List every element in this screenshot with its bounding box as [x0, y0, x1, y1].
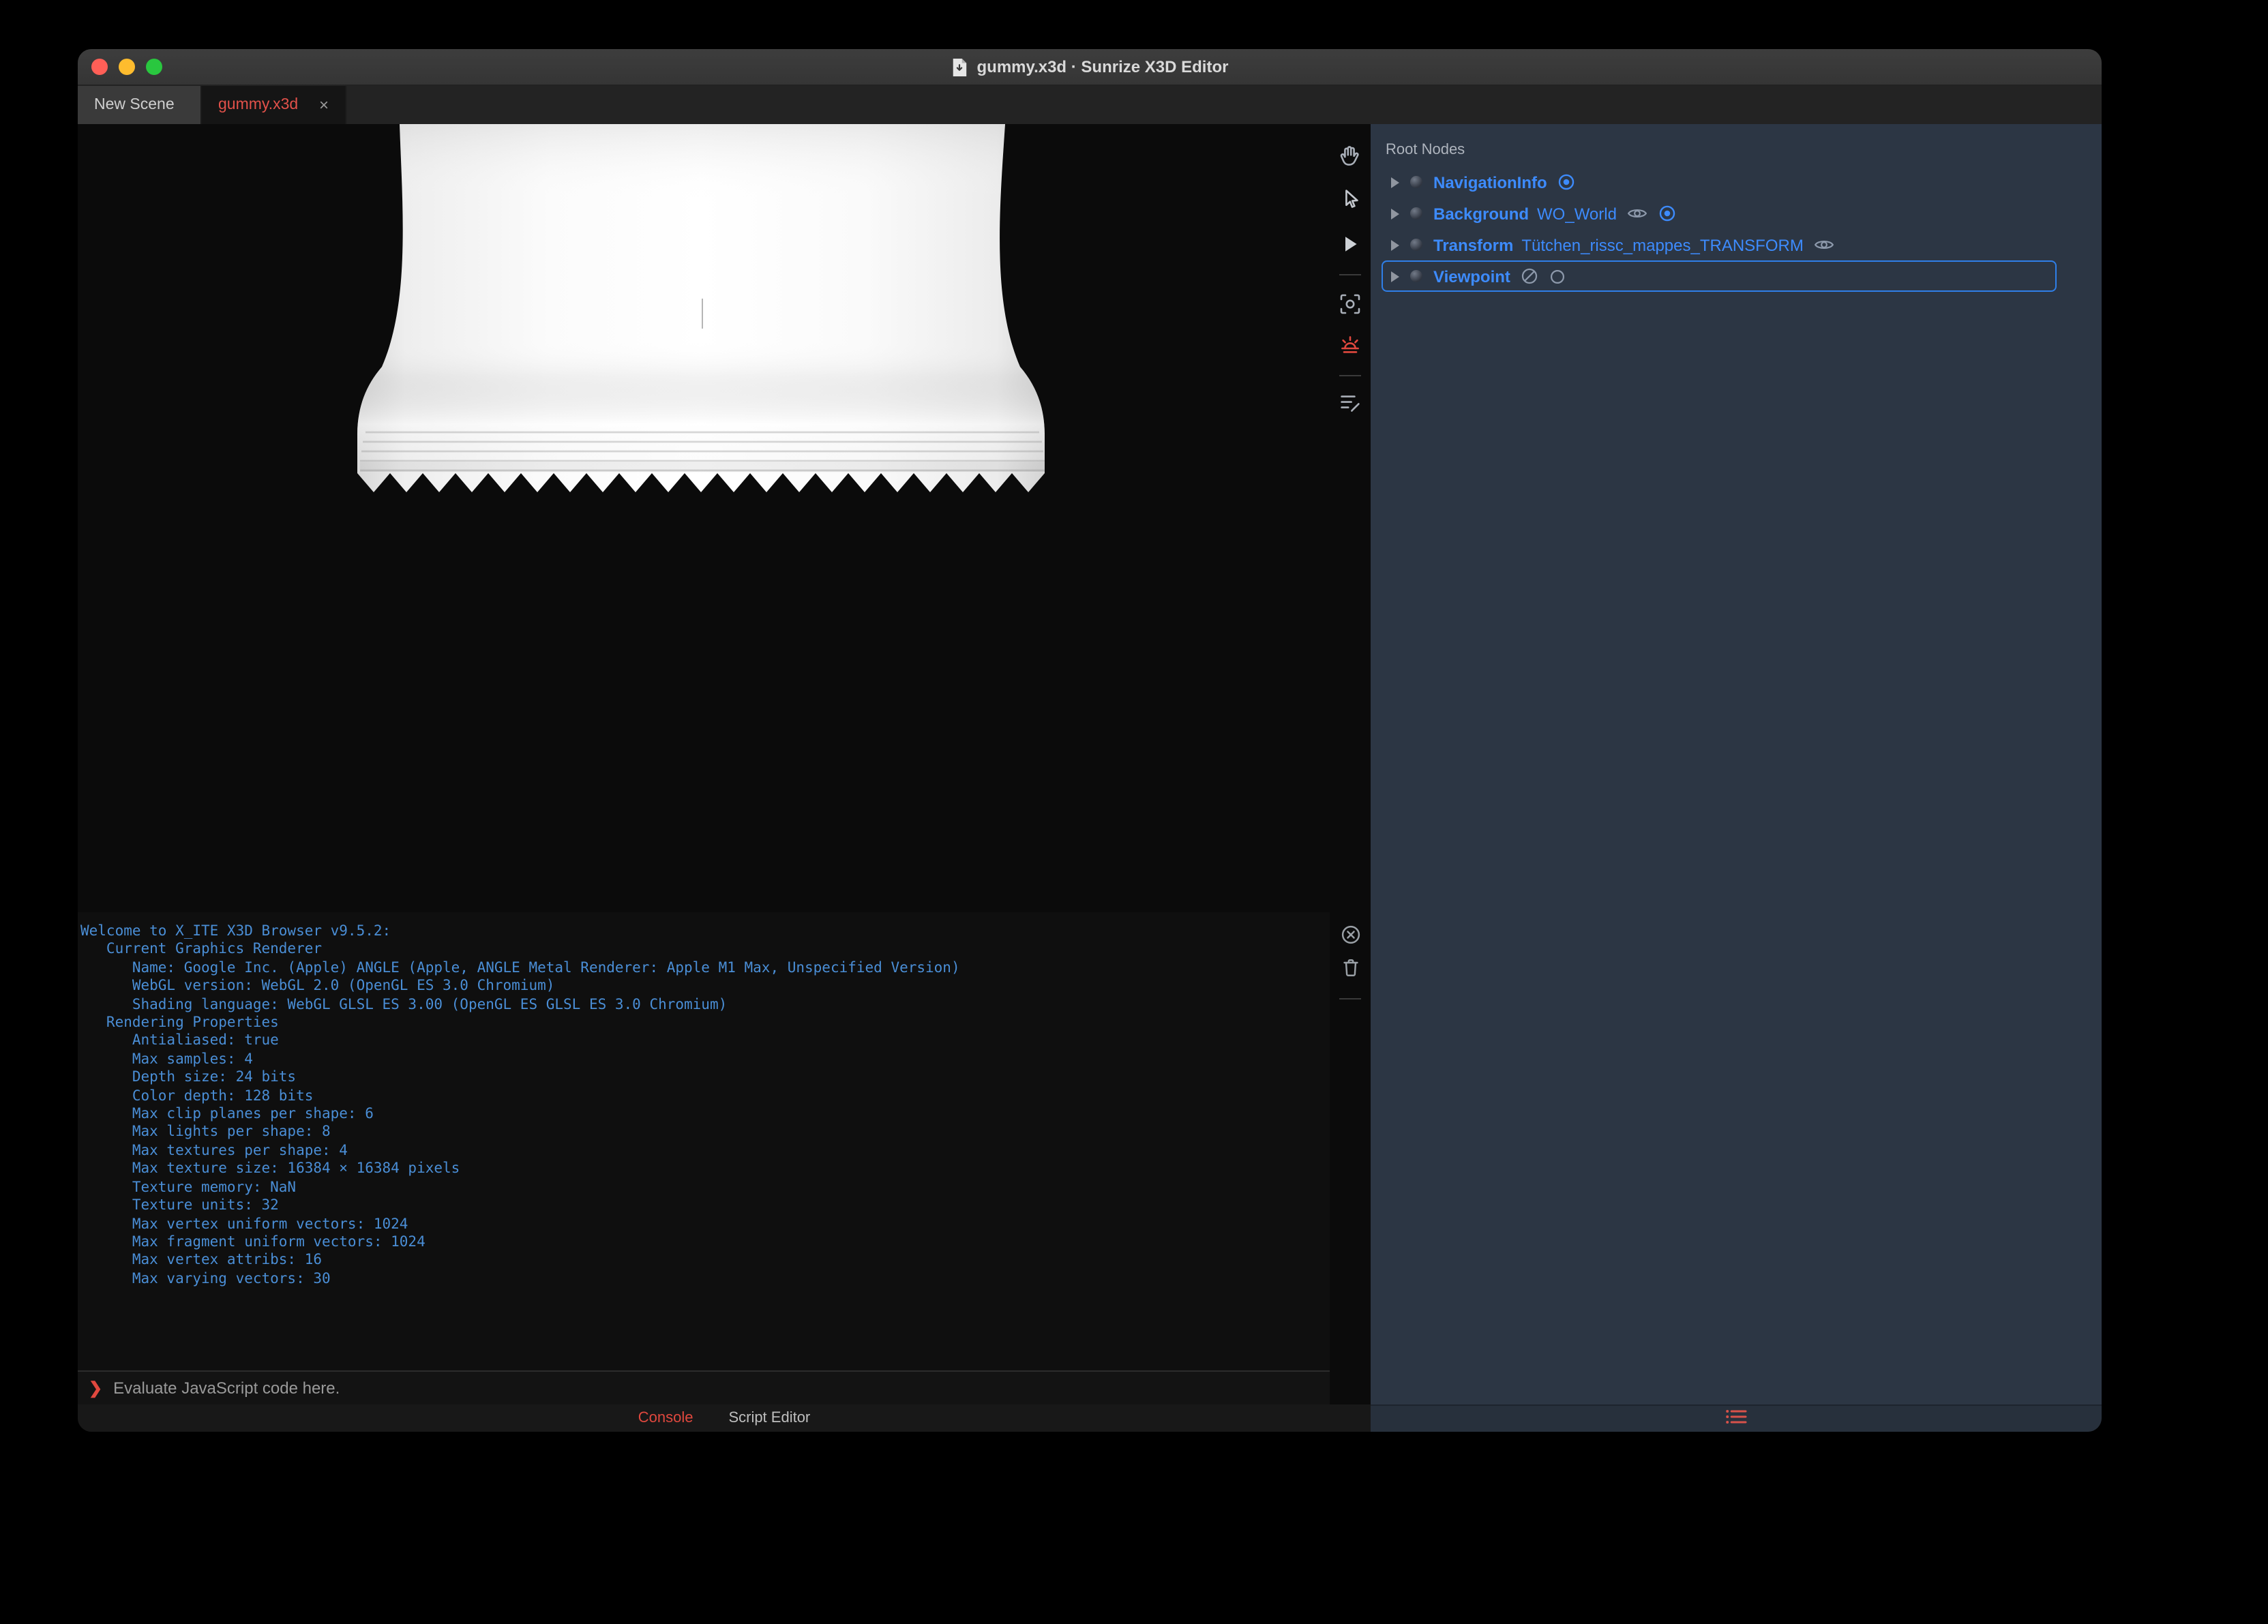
console-line: Texture memory: NaN — [80, 1179, 297, 1196]
pan-hand-icon[interactable] — [1338, 143, 1362, 168]
tree-row-navigationinfo[interactable]: NavigationInfo — [1382, 166, 2057, 198]
node-name: WO_World — [1537, 204, 1617, 223]
bottom-bar: Console Script Editor — [78, 1404, 2102, 1432]
target-icon[interactable] — [1659, 205, 1677, 222]
zoom-window-button[interactable] — [146, 59, 162, 75]
console-footer-tabs: Console Script Editor — [78, 1404, 1371, 1432]
console-line: Max samples: 4 — [80, 1051, 253, 1068]
minimize-window-button[interactable] — [119, 59, 135, 75]
outline-list-icon[interactable] — [1725, 1407, 1747, 1431]
console-line: Max textures per shape: 4 — [80, 1142, 348, 1159]
sunrise-light-icon[interactable] — [1338, 333, 1362, 357]
tab-script-editor[interactable]: Script Editor — [728, 1410, 810, 1426]
console-line: Max clip planes per shape: 6 — [80, 1106, 374, 1123]
outline-panel: Root Nodes NavigationInfo Background WO_… — [1371, 124, 2102, 1404]
console-line: Texture units: 32 — [80, 1197, 279, 1214]
close-window-button[interactable] — [91, 59, 108, 75]
clear-console-icon[interactable] — [1338, 922, 1362, 946]
node-type: Viewpoint — [1433, 267, 1510, 286]
snapshot-icon[interactable] — [1338, 292, 1362, 316]
viewport-column: Welcome to X_ITE X3D Browser v9.5.2: Cur… — [78, 124, 1330, 1404]
toolbar-separator — [1339, 274, 1361, 275]
console-line: Max texture size: 16384 × 16384 pixels — [80, 1160, 460, 1177]
eye-icon[interactable] — [1815, 237, 1835, 252]
node-dot-icon[interactable] — [1410, 176, 1422, 188]
panel-header: Root Nodes — [1386, 142, 1465, 158]
console-line: Max vertex uniform vectors: 1024 — [80, 1216, 408, 1232]
tab-new-scene[interactable]: New Scene — [78, 86, 202, 124]
node-dot-icon[interactable] — [1410, 270, 1422, 282]
main-content: Welcome to X_ITE X3D Browser v9.5.2: Cur… — [78, 124, 2102, 1404]
node-type: Transform — [1433, 235, 1514, 254]
tab-gummy-x3d[interactable]: gummy.x3d × — [202, 86, 346, 124]
tab-bar: New Scene gummy.x3d × — [78, 86, 2102, 124]
tree-row-viewpoint[interactable]: Viewpoint — [1382, 260, 2057, 292]
chevron-right-icon[interactable] — [1391, 177, 1399, 187]
console-line: Rendering Properties — [80, 1014, 279, 1032]
console-line: Color depth: 128 bits — [80, 1087, 314, 1104]
trash-icon[interactable] — [1338, 954, 1362, 979]
node-type: Background — [1433, 204, 1530, 223]
screen: gummy.x3d · Sunrize X3D Editor New Scene… — [0, 0, 2268, 1624]
tab-console[interactable]: Console — [638, 1410, 693, 1426]
toolbar-separator — [1339, 375, 1361, 376]
console-line: Shading language: WebGL GLSL ES 3.00 (Op… — [80, 996, 728, 1013]
toolbar-separator — [1339, 998, 1361, 999]
app-window: gummy.x3d · Sunrize X3D Editor New Scene… — [78, 49, 2102, 1432]
console-line: Welcome to X_ITE X3D Browser v9.5.2: — [80, 923, 391, 939]
script-notes-icon[interactable] — [1338, 390, 1362, 415]
tree-row-background[interactable]: Background WO_World — [1382, 198, 2057, 229]
play-icon[interactable] — [1338, 232, 1362, 256]
console-output: Welcome to X_ITE X3D Browser v9.5.2: Cur… — [78, 912, 1330, 1370]
console-line: Name: Google Inc. (Apple) ANGLE (Apple, … — [80, 959, 960, 976]
chevron-right-icon[interactable] — [1391, 239, 1399, 250]
close-tab-icon[interactable]: × — [319, 95, 329, 115]
node-dot-icon[interactable] — [1410, 239, 1422, 251]
prompt-icon: ❯ — [89, 1379, 103, 1398]
console-input-placeholder: Evaluate JavaScript code here. — [113, 1379, 340, 1398]
node-dot-icon[interactable] — [1410, 207, 1422, 220]
target-icon[interactable] — [1558, 173, 1576, 191]
document-icon — [951, 57, 969, 77]
console-line: Antialiased: true — [80, 1032, 279, 1049]
window-title: gummy.x3d · Sunrize X3D Editor — [976, 57, 1229, 76]
console-input[interactable]: ❯ Evaluate JavaScript code here. — [78, 1370, 1330, 1404]
slash-circle-icon[interactable] — [1521, 267, 1539, 285]
node-name: Tütchen_rissc_mappes_TRANSFORM — [1521, 235, 1804, 254]
console-line: Depth size: 24 bits — [80, 1069, 297, 1086]
eye-icon[interactable] — [1628, 206, 1648, 221]
console-line: Current Graphics Renderer — [80, 941, 323, 958]
chevron-right-icon[interactable] — [1391, 208, 1399, 219]
tree-row-transform[interactable]: Transform Tütchen_rissc_mappes_TRANSFORM — [1382, 229, 2057, 260]
console-line: Max varying vectors: 30 — [80, 1270, 331, 1287]
chevron-right-icon[interactable] — [1391, 271, 1399, 282]
console-line: Max lights per shape: 8 — [80, 1124, 331, 1141]
node-type: NavigationInfo — [1433, 172, 1547, 192]
bag-3d-object — [357, 124, 1045, 492]
traffic-lights — [91, 49, 162, 85]
3d-viewport[interactable] — [78, 124, 1330, 912]
circle-icon[interactable] — [1550, 268, 1566, 284]
tab-label: gummy.x3d — [218, 97, 299, 113]
select-arrow-icon[interactable] — [1338, 187, 1362, 211]
viewport-toolbar — [1330, 124, 1371, 1404]
console-line: WebGL version: WebGL 2.0 (OpenGL ES 3.0 … — [80, 978, 555, 995]
tab-label: New Scene — [94, 97, 175, 113]
console-line: Max fragment uniform vectors: 1024 — [80, 1233, 426, 1250]
title-bar[interactable]: gummy.x3d · Sunrize X3D Editor — [78, 49, 2102, 86]
console-line: Max vertex attribs: 16 — [80, 1252, 323, 1269]
panel-footer — [1371, 1404, 2102, 1432]
